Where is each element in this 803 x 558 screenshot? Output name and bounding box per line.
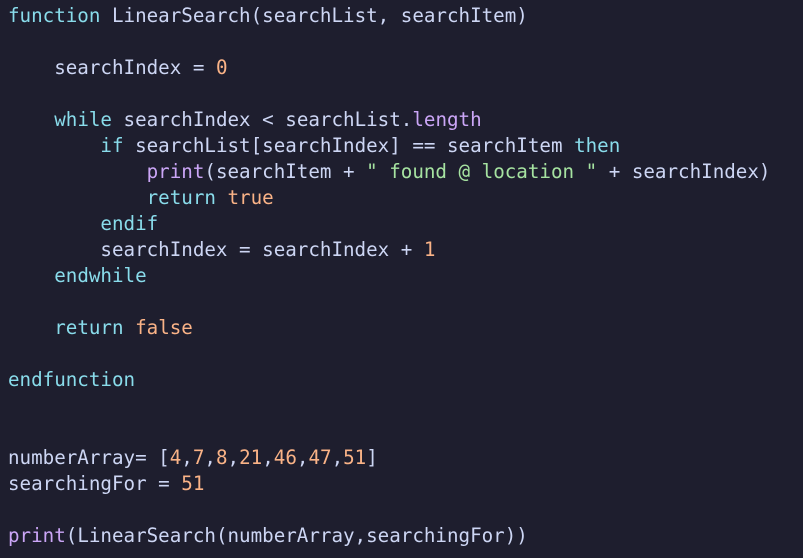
code-token-string: " found @ location " [366,160,598,183]
code-token-keyword: then [574,134,621,157]
code-line[interactable]: searchIndex = searchIndex + 1 [8,237,803,263]
code-line[interactable]: if searchList[searchIndex] == searchItem… [8,133,803,159]
code-token-plain: searchingFor = [8,472,182,495]
code-token-number: 4 [169,446,182,469]
code-token-plain: searchIndex < searchList. [111,108,413,131]
code-token-keyword: endwhile [54,264,147,287]
code-token-number: 51 [181,472,205,495]
code-token-property: length [412,108,482,131]
code-token-builtin: print [8,524,66,547]
code-token-plain: (LinearSearch(numberArray,searchingFor)) [65,524,528,547]
code-line[interactable]: while searchIndex < searchList.length [8,107,803,133]
code-token-number: 0 [215,56,228,79]
code-line[interactable]: endif [8,211,803,237]
code-token-plain: , [227,446,240,469]
code-token-number: 8 [215,446,228,469]
code-token-number: false [135,316,193,339]
code-token-plain: ] [366,446,378,469]
code-line[interactable]: endfunction [8,367,803,393]
code-token-keyword: if [100,134,124,157]
code-line[interactable]: function LinearSearch(searchList, search… [8,3,803,29]
code-editor[interactable]: function LinearSearch(searchList, search… [0,0,803,558]
code-token-keyword: while [54,108,112,131]
code-token-number: 47 [308,446,332,469]
code-line[interactable]: return true [8,185,803,211]
code-line[interactable]: endwhile [8,263,803,289]
code-token-plain: , [181,446,193,469]
code-token-plain: (searchItem + [204,160,367,183]
code-token-number: 7 [192,446,205,469]
code-line[interactable]: print(searchItem + " found @ location " … [8,159,803,185]
code-token-number: 21 [239,446,263,469]
code-token-plain: searchIndex = searchIndex + [8,238,424,261]
code-token-keyword: function [8,4,101,27]
code-line[interactable]: searchingFor = 51 [8,471,803,497]
code-token-number: 1 [423,238,436,261]
code-line[interactable] [8,29,803,55]
code-token-keyword: return [146,186,216,209]
code-line[interactable] [8,419,803,445]
code-token-plain: , [204,446,216,469]
code-token-plain: , [331,446,344,469]
code-token-plain: searchList[searchIndex] == searchItem [123,134,575,157]
code-token-number: 46 [273,446,297,469]
code-token-keyword: endfunction [8,368,136,391]
code-token-plain: numberArray= [ [8,446,170,469]
code-token-plain: searchIndex = [8,56,216,79]
code-token-number: 51 [343,446,367,469]
code-token-keyword: return [54,316,124,339]
code-token-keyword: endif [100,212,159,235]
code-line[interactable]: searchIndex = 0 [8,55,803,81]
code-token-plain: LinearSearch(searchList, searchItem) [100,4,528,27]
code-line[interactable]: return false [8,315,803,341]
code-token-plain: , [262,446,274,469]
code-line[interactable] [8,497,803,523]
code-line[interactable] [8,289,803,315]
code-token-builtin: print [146,160,205,183]
code-line[interactable]: numberArray= [4,7,8,21,46,47,51] [8,445,803,471]
code-line[interactable] [8,81,803,107]
code-line[interactable] [8,393,803,419]
code-line[interactable]: print(LinearSearch(numberArray,searching… [8,523,803,549]
code-line[interactable] [8,341,803,367]
code-token-plain: + searchIndex) [597,160,771,183]
code-token-plain: , [296,446,309,469]
code-token-number: true [227,186,274,209]
